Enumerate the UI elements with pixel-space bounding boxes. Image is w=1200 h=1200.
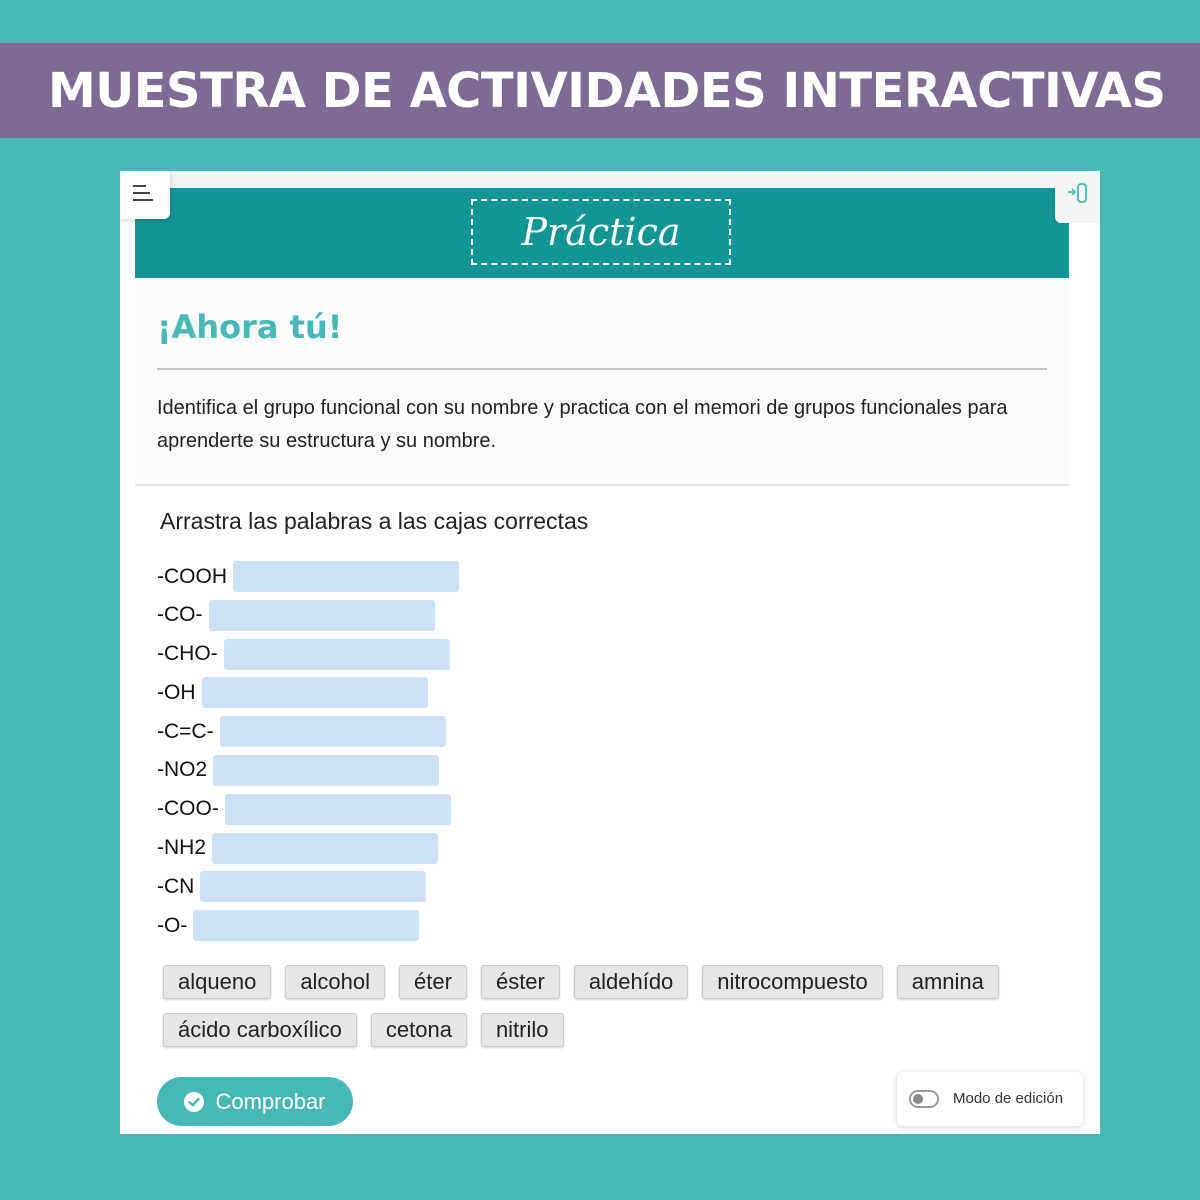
edit-mode-toggle[interactable] xyxy=(909,1090,939,1108)
section-title: ¡Ahora tú! xyxy=(157,308,343,346)
drop-row: -CO- xyxy=(157,599,459,631)
functional-group-label: -CN xyxy=(157,874,195,898)
page-title: Práctica xyxy=(521,210,681,254)
drop-box[interactable] xyxy=(208,599,435,631)
drop-box[interactable] xyxy=(219,716,446,748)
drop-row: -NO2 xyxy=(157,754,459,786)
drop-row: -CN xyxy=(157,871,459,903)
word-chip[interactable]: cetona xyxy=(370,1013,467,1047)
functional-group-label: -NO2 xyxy=(157,758,208,782)
toggle-knob xyxy=(913,1094,923,1104)
drop-box[interactable] xyxy=(224,793,451,825)
drop-row: -OH xyxy=(157,677,459,709)
drop-row: -C=C- xyxy=(157,716,459,748)
drop-rows: -COOH -CO- -CHO- -OH -C=C- -NO2 -COO- -N… xyxy=(157,561,459,949)
drop-row: -NH2 xyxy=(157,832,459,864)
top-strip xyxy=(120,171,1100,188)
section-divider xyxy=(157,368,1047,370)
banner-title: MUESTRA DE ACTIVIDADES INTERACTIVAS xyxy=(48,63,1166,119)
menu-lines-icon xyxy=(133,185,153,201)
instructions-section: ¡Ahora tú! Identifica el grupo funcional… xyxy=(135,278,1069,486)
word-chip[interactable]: nitrocompuesto xyxy=(702,965,883,999)
word-chip[interactable]: amnina xyxy=(896,965,999,999)
edit-mode-panel: Modo de edición xyxy=(897,1072,1083,1126)
exit-door-icon xyxy=(1068,183,1087,203)
activity-frame: Práctica ¡Ahora tú! Identifica el grupo … xyxy=(120,171,1100,1134)
drop-box[interactable] xyxy=(223,638,450,670)
drop-box[interactable] xyxy=(213,754,440,786)
drop-box[interactable] xyxy=(212,832,439,864)
header-title-box: Práctica xyxy=(471,199,731,265)
word-bank-row: ácido carboxílico cetona nitrilo xyxy=(163,1013,1043,1047)
exit-button[interactable] xyxy=(1055,171,1100,223)
word-chip[interactable]: alcohol xyxy=(285,965,386,999)
word-chip[interactable]: aldehído xyxy=(573,965,689,999)
page-header: Práctica xyxy=(135,188,1069,278)
drop-box[interactable] xyxy=(193,910,420,942)
drop-box[interactable] xyxy=(233,561,459,592)
functional-group-label: -CO- xyxy=(157,603,203,627)
menu-button[interactable] xyxy=(120,171,170,219)
word-chip[interactable]: ácido carboxílico xyxy=(163,1013,357,1047)
functional-group-label: -COOH xyxy=(157,564,227,588)
banner: MUESTRA DE ACTIVIDADES INTERACTIVAS xyxy=(0,43,1200,138)
word-chip[interactable]: éster xyxy=(480,965,560,999)
drop-box[interactable] xyxy=(201,677,428,709)
check-circle-icon xyxy=(184,1091,205,1112)
word-chip[interactable]: éter xyxy=(399,965,467,999)
functional-group-label: -C=C- xyxy=(157,719,214,743)
drop-row: -CHO- xyxy=(157,638,459,670)
drop-row: -COO- xyxy=(157,793,459,825)
check-button[interactable]: Comprobar xyxy=(157,1077,353,1126)
drop-box[interactable] xyxy=(200,871,427,903)
drop-row: -O- xyxy=(157,910,459,942)
functional-group-label: -O- xyxy=(157,913,188,937)
word-bank-row: alqueno alcohol éter éster aldehído nitr… xyxy=(163,965,1043,999)
drop-row: -COOH xyxy=(157,561,459,592)
word-chip[interactable]: alqueno xyxy=(163,965,272,999)
functional-group-label: -CHO- xyxy=(157,642,218,666)
word-bank: alqueno alcohol éter éster aldehído nitr… xyxy=(163,965,1043,1061)
section-text: Identifica el grupo funcional con su nom… xyxy=(157,397,1008,452)
word-chip[interactable]: nitrilo xyxy=(480,1013,564,1047)
functional-group-label: -NH2 xyxy=(157,836,207,860)
functional-group-label: -OH xyxy=(157,680,196,704)
activity-prompt: Arrastra las palabras a las cajas correc… xyxy=(160,508,589,534)
edit-mode-label: Modo de edición xyxy=(953,1090,1064,1107)
check-button-label: Comprobar xyxy=(215,1088,326,1114)
functional-group-label: -COO- xyxy=(157,797,219,821)
